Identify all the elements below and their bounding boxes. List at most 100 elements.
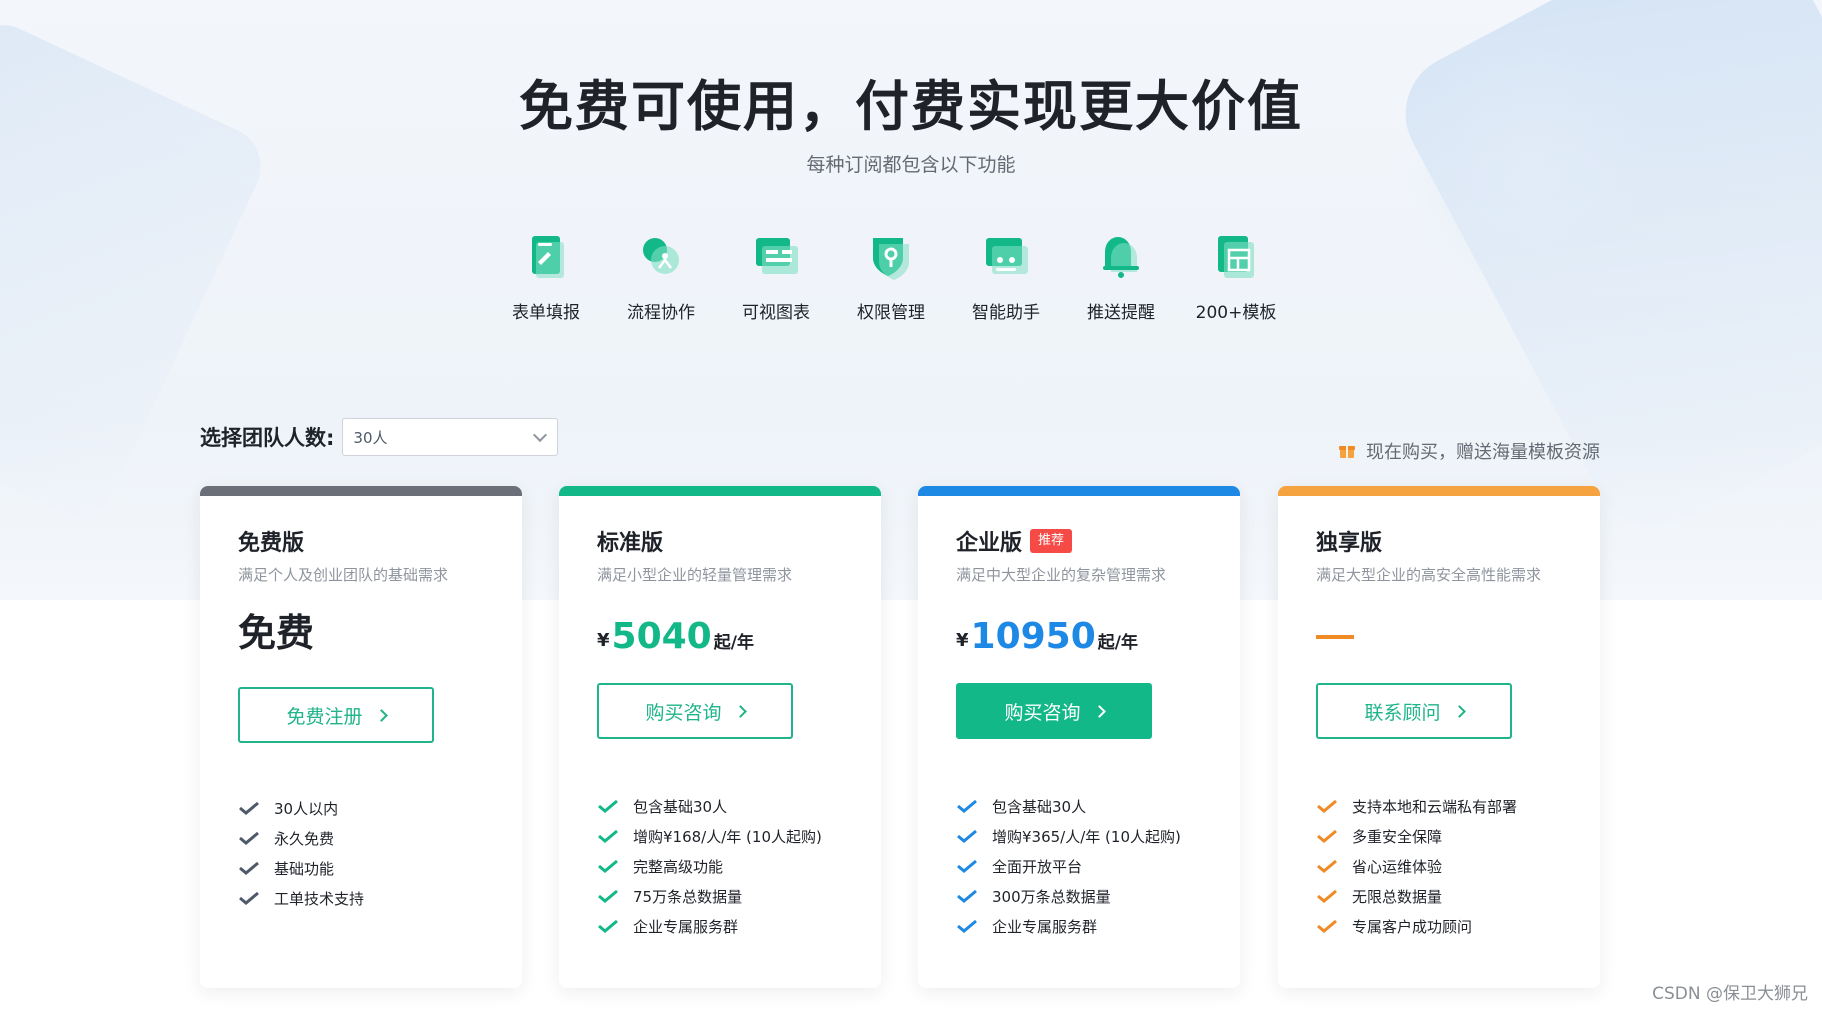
feature-chart: 可视图表 xyxy=(726,228,826,328)
check-icon xyxy=(598,799,618,813)
price-unit: 起/年 xyxy=(713,633,754,653)
plan-card-dedicated: 独享版 满足大型企业的高安全高性能需求 联系顾问 支持本地和云端私有部署 多重安… xyxy=(1278,486,1600,988)
list-item: 增购¥168/人/年 (10人起购) xyxy=(597,821,843,851)
price-amount: 10950 xyxy=(970,616,1096,657)
feature-label: 推送提醒 xyxy=(1087,303,1155,323)
feature-label: 权限管理 xyxy=(857,303,925,323)
check-icon xyxy=(957,889,977,903)
plan-price xyxy=(1316,613,1562,657)
check-icon xyxy=(598,829,618,843)
list-item: 专属客户成功顾问 xyxy=(1316,911,1562,941)
check-icon xyxy=(239,861,259,875)
list-item: 无限总数据量 xyxy=(1316,881,1562,911)
team-size-dropdown[interactable]: 30人 xyxy=(342,418,559,456)
check-icon xyxy=(957,919,977,933)
price-free: 免费 xyxy=(238,611,315,655)
price-amount: 5040 xyxy=(611,616,712,657)
plan-color-bar xyxy=(200,486,522,496)
purchase-consult-button[interactable]: 购买咨询 xyxy=(956,683,1152,739)
plan-description: 满足大型企业的高安全高性能需求 xyxy=(1316,566,1542,584)
feature-permission: 权限管理 xyxy=(841,228,941,328)
feature-notification: 推送提醒 xyxy=(1071,228,1171,328)
plan-description: 满足小型企业的轻量管理需求 xyxy=(597,566,793,584)
list-item: 300万条总数据量 xyxy=(956,881,1202,911)
plan-description: 满足中大型企业的复杂管理需求 xyxy=(956,566,1167,584)
page-title: 免费可使用，付费实现更大价值 xyxy=(519,75,1303,138)
team-size-value: 30人 xyxy=(353,428,388,447)
check-icon xyxy=(1317,829,1337,843)
check-icon xyxy=(1317,799,1337,813)
feature-label: 200+模板 xyxy=(1195,303,1277,323)
plan-name: 独享版 xyxy=(1316,531,1383,556)
notification-icon xyxy=(1103,237,1139,278)
list-item: 增购¥365/人/年 (10人起购) xyxy=(956,821,1202,851)
feature-assistant: 智能助手 xyxy=(956,228,1056,328)
plan-description: 满足个人及创业团队的基础需求 xyxy=(238,566,449,584)
check-icon xyxy=(1317,919,1337,933)
watermark: CSDN @保卫大狮兄 xyxy=(1652,984,1808,1004)
pricing-cards: 免费版 满足个人及创业团队的基础需求 免费 免费注册 30人以内 永久免费 基础… xyxy=(200,486,1600,991)
check-icon xyxy=(1317,859,1337,873)
list-item: 全面开放平台 xyxy=(956,851,1202,881)
page-subtitle: 每种订阅都包含以下功能 xyxy=(806,154,1016,176)
chevron-right-icon xyxy=(1452,704,1466,718)
chevron-down-icon xyxy=(533,427,548,442)
plan-feature-list: 支持本地和云端私有部署 多重安全保障 省心运维体验 无限总数据量 专属客户成功顾… xyxy=(1316,791,1562,941)
plan-color-bar xyxy=(918,486,1240,496)
plan-card-enterprise: 企业版 推荐 满足中大型企业的复杂管理需求 ¥ 10950 起/年 购买咨询 包… xyxy=(918,486,1240,988)
list-item: 工单技术支持 xyxy=(238,883,484,913)
chevron-right-icon xyxy=(733,704,747,718)
feature-form: 表单填报 xyxy=(496,228,596,328)
chart-icon xyxy=(756,238,798,274)
check-icon xyxy=(598,859,618,873)
price-placeholder-dash xyxy=(1316,635,1354,639)
team-size-label: 选择团队人数: xyxy=(200,426,335,450)
price-unit: 起/年 xyxy=(1097,633,1138,653)
chevron-right-icon xyxy=(374,708,388,722)
feature-label: 表单填报 xyxy=(512,303,580,323)
assistant-icon xyxy=(986,238,1028,274)
plan-price: ¥ 10950 起/年 xyxy=(956,613,1202,657)
plan-feature-list: 30人以内 永久免费 基础功能 工单技术支持 xyxy=(238,793,484,913)
feature-workflow: 流程协作 xyxy=(611,228,711,328)
plan-price: ¥ 5040 起/年 xyxy=(597,613,843,657)
list-item: 省心运维体验 xyxy=(1316,851,1562,881)
list-item: 永久免费 xyxy=(238,823,484,853)
plan-name: 企业版 推荐 xyxy=(956,526,1202,556)
feature-label: 流程协作 xyxy=(627,303,695,323)
recommended-badge: 推荐 xyxy=(1030,529,1073,553)
team-size-selector: 选择团队人数: 30人 xyxy=(200,418,559,456)
list-item: 75万条总数据量 xyxy=(597,881,843,911)
check-icon xyxy=(957,859,977,873)
list-item: 多重安全保障 xyxy=(1316,821,1562,851)
check-icon xyxy=(598,919,618,933)
promo-text: 现在购买，赠送海量模板资源 xyxy=(1366,442,1600,463)
list-item: 30人以内 xyxy=(238,793,484,823)
plan-color-bar xyxy=(1278,486,1600,496)
plan-name: 标准版 xyxy=(597,531,664,556)
check-icon xyxy=(239,801,259,815)
contact-advisor-button[interactable]: 联系顾问 xyxy=(1316,683,1512,739)
workflow-icon xyxy=(643,238,679,274)
feature-template: 200+模板 xyxy=(1186,228,1286,328)
check-icon xyxy=(239,831,259,845)
list-item: 支持本地和云端私有部署 xyxy=(1316,791,1562,821)
purchase-consult-button[interactable]: 购买咨询 xyxy=(597,683,793,739)
check-icon xyxy=(957,799,977,813)
feature-label: 可视图表 xyxy=(742,303,810,323)
free-register-button[interactable]: 免费注册 xyxy=(238,687,434,743)
list-item: 完整高级功能 xyxy=(597,851,843,881)
plan-name: 免费版 xyxy=(238,531,305,556)
list-item: 包含基础30人 xyxy=(956,791,1202,821)
plan-card-standard: 标准版 满足小型企业的轻量管理需求 ¥ 5040 起/年 购买咨询 包含基础30… xyxy=(559,486,881,988)
feature-list: 表单填报 流程协作 可视图表 权限管理 智能助手 推送提醒 200+模板 xyxy=(496,228,1286,328)
check-icon xyxy=(239,891,259,905)
template-icon xyxy=(1218,236,1254,278)
plan-color-bar xyxy=(559,486,881,496)
check-icon xyxy=(598,889,618,903)
plan-card-free: 免费版 满足个人及创业团队的基础需求 免费 免费注册 30人以内 永久免费 基础… xyxy=(200,486,522,988)
price-currency: ¥ xyxy=(956,630,969,651)
list-item: 企业专属服务群 xyxy=(956,911,1202,941)
check-icon xyxy=(957,829,977,843)
plan-feature-list: 包含基础30人 增购¥365/人/年 (10人起购) 全面开放平台 300万条总… xyxy=(956,791,1202,941)
